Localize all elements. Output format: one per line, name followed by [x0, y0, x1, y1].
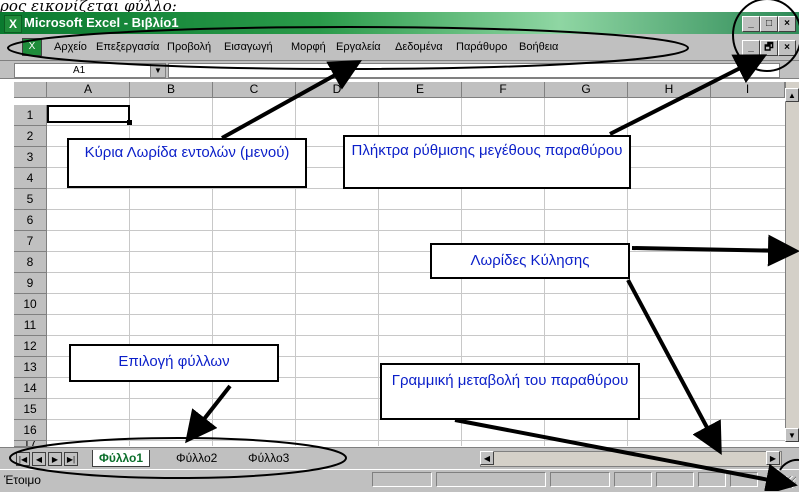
menu-item-file[interactable]: Αρχείο: [54, 40, 87, 54]
prev-sheet-button[interactable]: ◀: [32, 452, 46, 466]
caption-text: ρος εικονίζεται φύλλο:: [0, 0, 177, 12]
doc-minimize-button[interactable]: _: [742, 40, 760, 56]
menu-item-view[interactable]: Προβολή: [167, 40, 211, 54]
grid-line: [47, 251, 785, 252]
status-panel: [614, 472, 652, 487]
menu-item-data[interactable]: Δεδομένα: [395, 40, 443, 54]
column-header-e[interactable]: E: [379, 82, 462, 98]
callout-scrollbars: Λωρίδες Κύλησης: [430, 243, 630, 279]
status-text: Έτοιμο: [4, 473, 41, 487]
column-header-g[interactable]: G: [545, 82, 628, 98]
active-cell-a1[interactable]: [47, 105, 130, 123]
row-header-11[interactable]: 11: [14, 315, 47, 336]
horizontal-scrollbar[interactable]: [480, 451, 782, 467]
scroll-up-button[interactable]: ▲: [785, 88, 799, 102]
first-sheet-button[interactable]: |◀: [16, 452, 30, 466]
sheet-tab-1[interactable]: Φύλλο1: [92, 450, 151, 467]
menu-item-window[interactable]: Παράθυρο: [456, 40, 507, 54]
doc-close-button[interactable]: ×: [778, 40, 796, 56]
status-panel: [550, 472, 610, 487]
grid-line: [47, 293, 785, 294]
column-header-a[interactable]: A: [47, 82, 130, 98]
menu-item-tools[interactable]: Εργαλεία: [336, 40, 381, 54]
row-header-5[interactable]: 5: [14, 189, 47, 210]
sheet-tab-3[interactable]: Φύλλο3: [242, 450, 295, 466]
grid-line: [47, 125, 785, 126]
menu-item-format[interactable]: Μορφή: [291, 40, 326, 54]
scroll-left-button[interactable]: ◀: [480, 451, 494, 465]
row-header-13[interactable]: 13: [14, 357, 47, 378]
row-header-1[interactable]: 1: [14, 105, 47, 126]
column-header-d[interactable]: D: [296, 82, 379, 98]
grid-line: [47, 314, 785, 315]
row-header-9[interactable]: 9: [14, 273, 47, 294]
row-header-10[interactable]: 10: [14, 294, 47, 315]
scroll-right-button[interactable]: ▶: [766, 451, 780, 465]
grid-line: [47, 209, 785, 210]
resize-grip-icon[interactable]: [782, 476, 796, 488]
row-header-14[interactable]: 14: [14, 378, 47, 399]
status-panel: [372, 472, 432, 487]
scroll-down-button[interactable]: ▼: [785, 428, 799, 442]
row-header-7[interactable]: 7: [14, 231, 47, 252]
row-header-15[interactable]: 15: [14, 399, 47, 420]
close-button[interactable]: ×: [778, 16, 796, 32]
row-header-3[interactable]: 3: [14, 147, 47, 168]
formula-input[interactable]: [168, 63, 780, 78]
callout-window-resize: Γραμμική μεταβολή του παραθύρου: [380, 363, 640, 420]
row-header-16[interactable]: 16: [14, 420, 47, 441]
row-header-6[interactable]: 6: [14, 210, 47, 231]
name-box-value: A1: [73, 65, 86, 76]
row-header-4[interactable]: 4: [14, 168, 47, 189]
row-header-2[interactable]: 2: [14, 126, 47, 147]
chevron-down-icon[interactable]: ▼: [150, 63, 166, 78]
menu-item-help[interactable]: Βοήθεια: [519, 40, 558, 54]
excel-doc-icon[interactable]: X: [22, 38, 42, 56]
name-box[interactable]: A1: [14, 63, 166, 78]
column-header-f[interactable]: F: [462, 82, 545, 98]
sheet-tab-2[interactable]: Φύλλο2: [170, 450, 223, 466]
next-sheet-button[interactable]: ▶: [48, 452, 62, 466]
last-sheet-button[interactable]: ▶|: [64, 452, 78, 466]
grid-line: [47, 230, 785, 231]
callout-window-buttons: Πλήκτρα ρύθμισης μεγέθους παραθύρου: [343, 135, 631, 189]
column-header-b[interactable]: B: [130, 82, 213, 98]
status-panel: [698, 472, 726, 487]
grid-line: [47, 440, 785, 441]
doc-restore-button[interactable]: 🗗: [760, 40, 778, 56]
vertical-scrollbar[interactable]: [785, 82, 799, 442]
status-panel: [436, 472, 546, 487]
grid-line: [47, 335, 785, 336]
fill-handle[interactable]: [127, 120, 132, 125]
column-header-h[interactable]: H: [628, 82, 711, 98]
minimize-button[interactable]: _: [742, 16, 760, 32]
window-title: Microsoft Excel - Βιβλίο1: [24, 15, 179, 30]
maximize-button[interactable]: □: [760, 16, 778, 32]
grid-line: [47, 272, 785, 273]
select-all-corner[interactable]: [14, 82, 47, 98]
excel-x-icon: X: [4, 15, 22, 33]
menu-item-insert[interactable]: Εισαγωγή: [224, 40, 273, 54]
column-header-c[interactable]: C: [213, 82, 296, 98]
callout-menu-bar: Κύρια Λωρίδα εντολών (μενού): [67, 138, 307, 188]
row-header-8[interactable]: 8: [14, 252, 47, 273]
row-header-12[interactable]: 12: [14, 336, 47, 357]
column-header-i[interactable]: I: [711, 82, 785, 98]
callout-sheet-select: Επιλογή φύλλων: [69, 344, 279, 382]
status-panel: [730, 472, 758, 487]
status-panel: [656, 472, 694, 487]
menu-item-edit[interactable]: Επεξεργασία: [96, 40, 159, 54]
